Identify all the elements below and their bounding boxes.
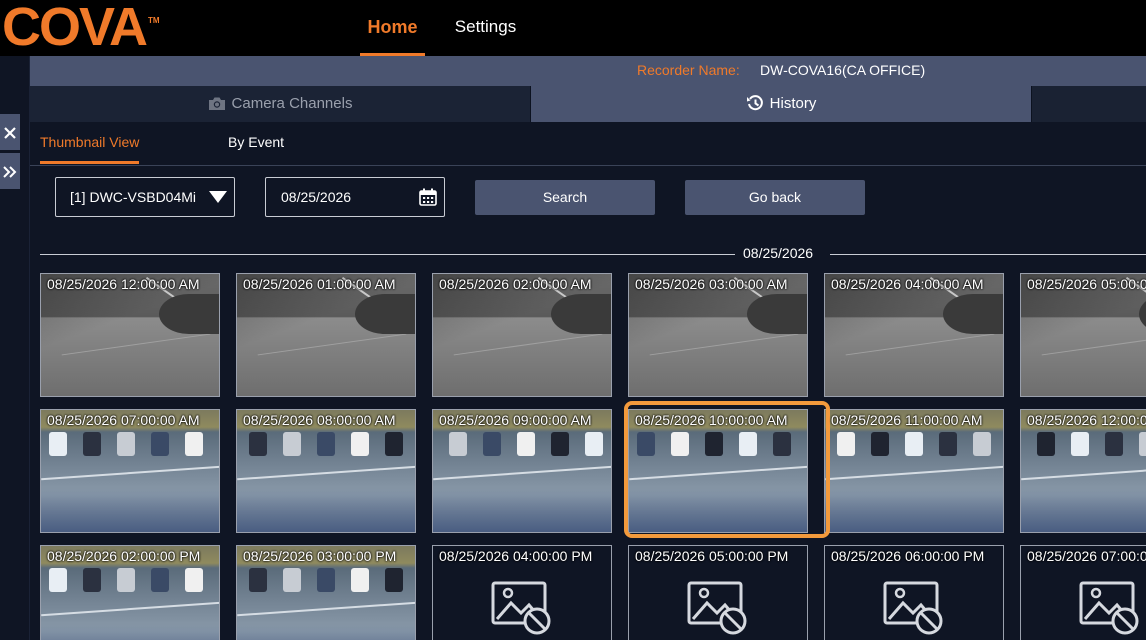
subtab-by-event[interactable]: By Event	[228, 134, 284, 164]
thumbnail-timestamp: 08/25/2026 07:00:00 PM	[1027, 548, 1146, 564]
thumbnail-timestamp: 08/25/2026 12:00:00 PM	[1027, 412, 1146, 428]
thumbnail-card[interactable]: 08/25/2026 07:00:00 AM	[40, 409, 220, 533]
thumbnail-card[interactable]: 08/25/2026 12:00:00 AM	[40, 273, 220, 397]
thumbnail-timestamp: 08/25/2026 04:00:00 PM	[439, 548, 593, 564]
camera-icon	[208, 97, 225, 110]
thumbnail-card[interactable]: 08/25/2026 04:00:00 PM	[432, 545, 612, 640]
thumbnail-image	[41, 410, 219, 532]
tab-camera-channels[interactable]: Camera Channels	[30, 86, 531, 122]
close-panel-button[interactable]	[0, 114, 20, 150]
thumbnail-card[interactable]: 08/25/2026 05:00:00 AM	[1020, 273, 1146, 397]
thumbnail-timestamp: 08/25/2026 05:00:00 AM	[1027, 276, 1146, 292]
tab-camera-label: Camera Channels	[231, 95, 353, 112]
thumbnail-timestamp: 08/25/2026 08:00:00 AM	[243, 412, 396, 428]
separator-line-left	[40, 254, 735, 255]
no-image-icon	[491, 581, 551, 635]
nav-tab-settings[interactable]: Settings	[448, 0, 523, 56]
recorder-name-label: Recorder Name:	[637, 62, 740, 78]
thumbnail-card[interactable]: 08/25/2026 04:00:00 AM	[824, 273, 1004, 397]
thumbnail-timestamp: 08/25/2026 07:00:00 AM	[47, 412, 200, 428]
subtab-thumbnail-view[interactable]: Thumbnail View	[40, 134, 140, 164]
thumbnail-timestamp: 08/25/2026 09:00:00 AM	[439, 412, 592, 428]
double-chevron-right-icon	[3, 165, 17, 178]
recorder-name-value: DW-COVA16(CA OFFICE)	[760, 62, 926, 78]
top-bar: COVA TM Home Settings	[0, 0, 1146, 56]
thumbnail-timestamp: 08/25/2026 02:00:00 AM	[439, 276, 592, 292]
thumbnail-image	[629, 410, 807, 532]
tab-history-label: History	[769, 95, 817, 112]
thumbnail-timestamp: 08/25/2026 03:00:00 PM	[243, 548, 397, 564]
thumbnail-image	[629, 274, 807, 396]
thumbnail-timestamp: 08/25/2026 06:00:00 PM	[831, 548, 985, 564]
left-rail	[0, 56, 30, 640]
thumbnail-card[interactable]: 08/25/2026 01:00:00 AM	[236, 273, 416, 397]
search-button[interactable]: Search	[475, 180, 655, 215]
app-window: COVA TM Home Settings Recorder Name: DW-C…	[0, 0, 1146, 640]
no-image-icon	[1079, 581, 1139, 635]
thumbnail-card[interactable]: 08/25/2026 10:00:00 AM	[628, 409, 808, 533]
tab-history[interactable]: History	[531, 86, 1032, 122]
thumbnail-card[interactable]: 08/25/2026 11:00:00 AM	[824, 409, 1004, 533]
thumbnail-card[interactable]: 08/25/2026 09:00:00 AM	[432, 409, 612, 533]
thumbnail-timestamp: 08/25/2026 01:00:00 AM	[243, 276, 396, 292]
thumbnail-card[interactable]: 08/25/2026 03:00:00 PM	[236, 545, 416, 640]
thumbnail-card[interactable]: 08/25/2026 02:00:00 PM	[40, 545, 220, 640]
thumbnail-card[interactable]: 08/25/2026 07:00:00 PM	[1020, 545, 1146, 640]
separator-line-right	[830, 254, 1146, 255]
thumbnail-image	[433, 410, 611, 532]
no-image-icon	[687, 581, 747, 635]
calendar-icon[interactable]	[418, 187, 438, 207]
close-icon	[4, 126, 16, 139]
nav-tab-home[interactable]: Home	[360, 0, 425, 56]
thumbnail-timestamp: 08/25/2026 02:00:00 PM	[47, 548, 201, 564]
thumbnail-card[interactable]: 08/25/2026 06:00:00 PM	[824, 545, 1004, 640]
date-separator: 08/25/2026	[40, 245, 1146, 265]
date-separator-label: 08/25/2026	[743, 245, 814, 261]
thumbnail-card[interactable]: 08/25/2026 08:00:00 AM	[236, 409, 416, 533]
recorder-bar: Recorder Name: DW-COVA16(CA OFFICE)	[30, 56, 1146, 86]
channel-select-value: [1] DWC-VSBD04Mi	[70, 189, 197, 205]
thumbnail-card[interactable]: 08/25/2026 02:00:00 AM	[432, 273, 612, 397]
thumbnail-timestamp: 08/25/2026 05:00:00 PM	[635, 548, 789, 564]
thumbnail-card[interactable]: 08/25/2026 03:00:00 AM	[628, 273, 808, 397]
thumbnail-card[interactable]: 08/25/2026 05:00:00 PM	[628, 545, 808, 640]
thumbnail-timestamp: 08/25/2026 10:00:00 AM	[635, 412, 788, 428]
main-tabs: Camera Channels History	[30, 86, 1146, 122]
subtab-divider	[30, 165, 1146, 166]
history-icon	[746, 95, 763, 111]
thumbnail-image	[433, 274, 611, 396]
dropdown-caret-icon	[209, 191, 227, 203]
date-input[interactable]: 08/25/2026	[265, 177, 445, 217]
thumbnail-image	[825, 274, 1003, 396]
thumbnail-image	[1021, 410, 1146, 532]
channel-select[interactable]: [1] DWC-VSBD04Mi	[55, 177, 235, 217]
expand-panel-button[interactable]	[0, 153, 20, 189]
thumbnail-card[interactable]: 08/25/2026 12:00:00 PM	[1020, 409, 1146, 533]
thumbnail-image	[1021, 274, 1146, 396]
thumbnail-timestamp: 08/25/2026 04:00:00 AM	[831, 276, 984, 292]
thumbnail-image	[825, 410, 1003, 532]
thumbnail-image	[41, 274, 219, 396]
thumbnail-image	[237, 410, 415, 532]
thumbnail-timestamp: 08/25/2026 12:00:00 AM	[47, 276, 200, 292]
date-input-value: 08/25/2026	[281, 189, 352, 205]
thumbnail-timestamp: 08/25/2026 11:00:00 AM	[831, 412, 983, 428]
no-image-icon	[883, 581, 943, 635]
cova-logo: COVA TM	[2, 0, 160, 57]
thumbnail-timestamp: 08/25/2026 03:00:00 AM	[635, 276, 788, 292]
thumbnail-image	[237, 274, 415, 396]
go-back-button[interactable]: Go back	[685, 180, 865, 215]
